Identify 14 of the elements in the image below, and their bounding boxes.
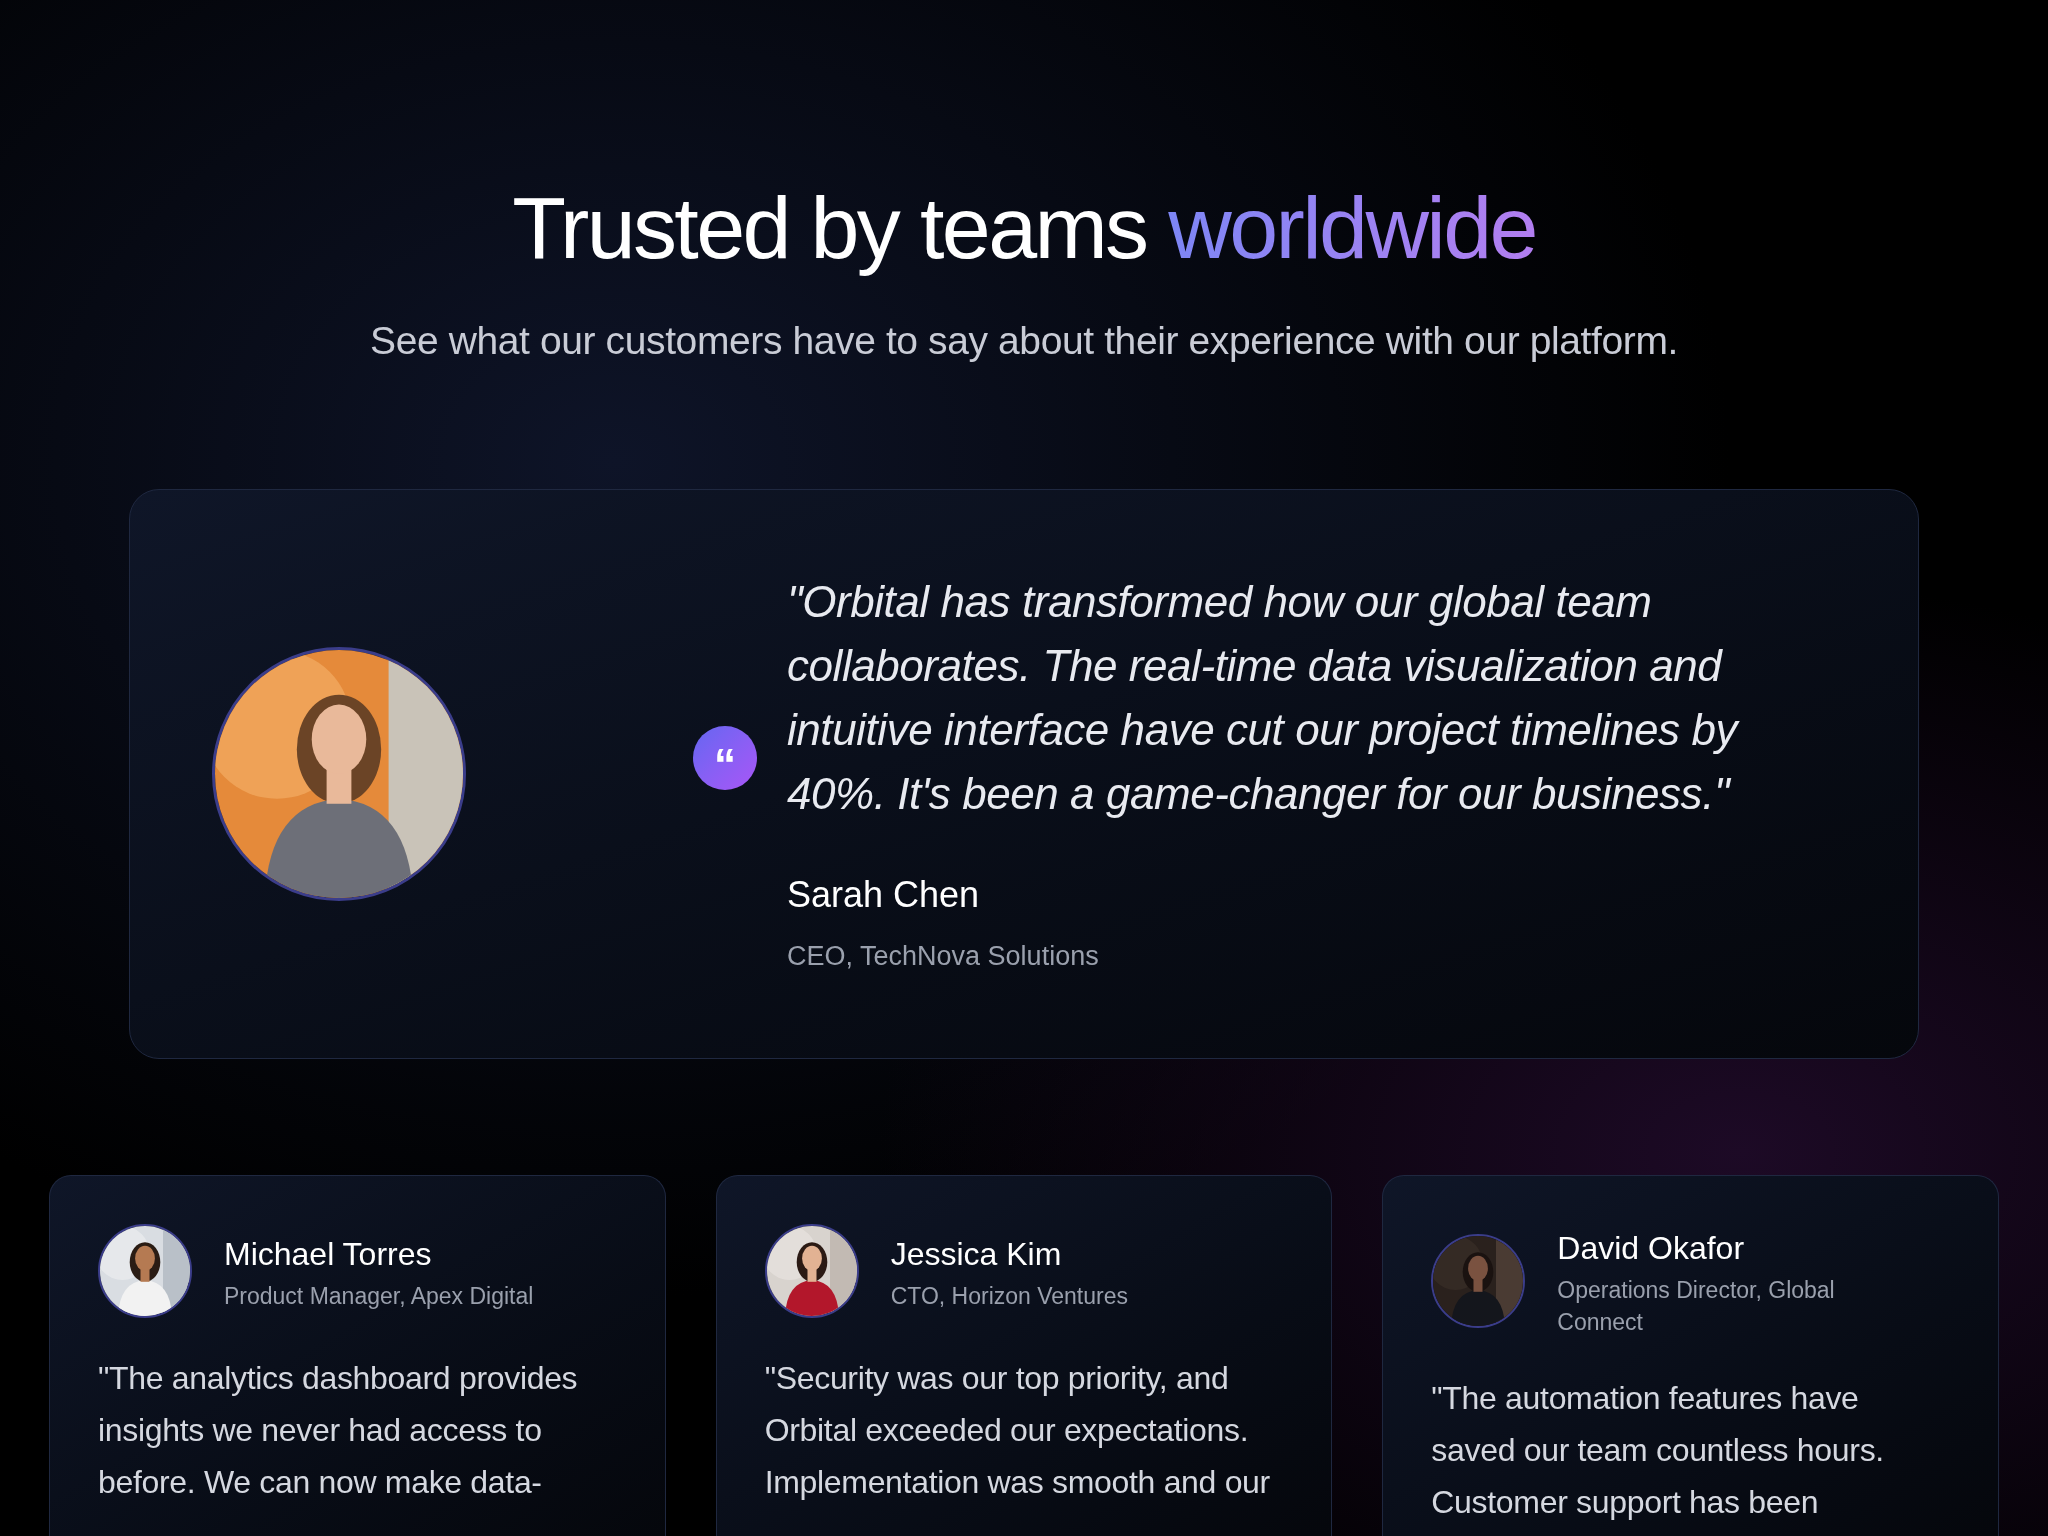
testimonial-quote: "The automation features have saved our team countless hours. Customer support has been [1431, 1378, 1885, 1522]
author-name: Sarah Chen [787, 873, 981, 918]
author-name: Jessica Kim [890, 1234, 1063, 1274]
section-subtitle: See what our customers have to say about their experience with our platform. [370, 318, 1678, 364]
testimonial-quote: "Orbital has transformed how our global team collaborates. The real-time data visualization and intuitive interface have cut our project timelines by 40%. It's been a game-changer for our business." [787, 576, 1741, 821]
author-name: David Okafor [1557, 1228, 1746, 1268]
author-role: Operations Director, Global Connect [1557, 1275, 1836, 1337]
author-role: CEO, TechNova Solutions [787, 940, 1100, 974]
author-role: Product Manager, Apex Digital [224, 1281, 534, 1311]
author-role: CTO, Horizon Ventures [890, 1281, 1128, 1311]
testimonial-quote: "The analytics dashboard provides insights we never had access to before. We can now make data- [98, 1358, 579, 1502]
author-name: Michael Torres [224, 1234, 433, 1274]
quote-icon: “ [693, 725, 757, 790]
testimonial-quote: "Security was our top priority, and Orbital exceeded our expectations. Implementation was smooth and our [764, 1358, 1271, 1502]
